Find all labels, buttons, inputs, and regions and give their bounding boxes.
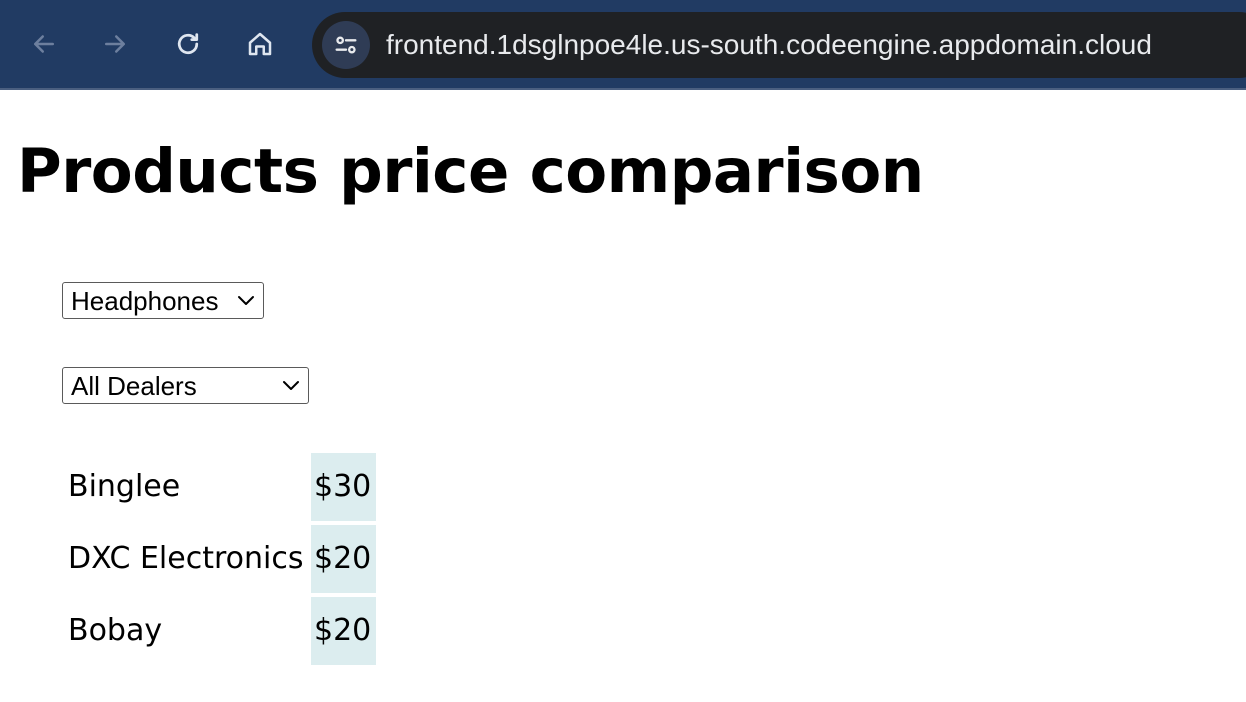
price-cell: $20 <box>311 525 376 593</box>
dealer-name: Binglee <box>68 469 181 504</box>
browser-toolbar: frontend.1dsglnpoe4le.us-south.codeengin… <box>0 0 1246 90</box>
dealer-name: Bobay <box>68 613 163 648</box>
price-value: $30 <box>314 469 372 504</box>
price-value: $20 <box>314 613 372 648</box>
home-icon <box>248 32 272 56</box>
address-bar[interactable]: frontend.1dsglnpoe4le.us-south.codeengin… <box>312 12 1246 78</box>
dealer-select-value: All Dealers <box>71 371 197 401</box>
page-title: Products price comparison <box>17 136 924 207</box>
dealer-name: DXC Electronics <box>68 541 304 576</box>
dealer-select[interactable]: All Dealers <box>62 367 309 404</box>
forward-icon <box>105 35 125 53</box>
product-select[interactable]: Headphones <box>62 282 264 319</box>
reload-icon <box>177 33 199 55</box>
price-cell: $20 <box>311 597 376 665</box>
site-info-icon <box>335 36 357 54</box>
site-info-button[interactable] <box>322 21 370 69</box>
price-value: $20 <box>314 541 372 576</box>
home-button[interactable] <box>240 24 280 64</box>
reload-button[interactable] <box>168 24 208 64</box>
chevron-down-icon <box>283 381 299 390</box>
chevron-down-icon <box>238 296 254 305</box>
url-text[interactable]: frontend.1dsglnpoe4le.us-south.codeengin… <box>386 28 1152 62</box>
back-button[interactable] <box>24 24 64 64</box>
back-icon <box>34 35 54 53</box>
forward-button[interactable] <box>95 24 135 64</box>
product-select-value: Headphones <box>71 286 219 316</box>
price-cell: $30 <box>311 453 376 521</box>
